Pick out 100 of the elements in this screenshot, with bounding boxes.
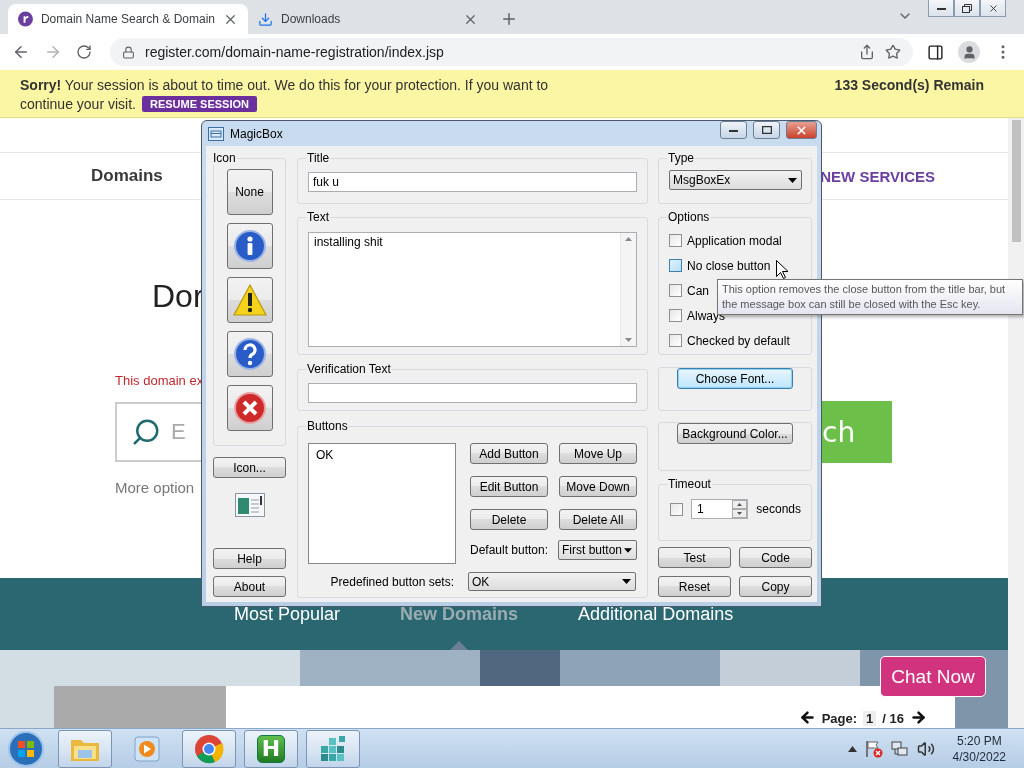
nav-link[interactable]: Domains <box>91 166 163 186</box>
title-field[interactable]: fuk u <box>308 172 637 192</box>
cubes-icon <box>318 733 348 764</box>
minimize-button[interactable] <box>720 121 747 139</box>
page-total: / 16 <box>882 711 904 726</box>
site-logo-icon <box>18 11 33 27</box>
reload-icon[interactable] <box>76 44 92 60</box>
session-message: Sorry! Your session is about to time out. We do this for your protection. If you want to continue your visit. RESUME SESSION <box>20 76 550 114</box>
profile-icon[interactable] <box>958 41 980 63</box>
scrollbar[interactable] <box>620 233 636 346</box>
tab-title: Downloads <box>281 12 342 26</box>
maximize-button[interactable] <box>753 121 780 139</box>
new-tab-icon[interactable] <box>500 10 518 28</box>
show-hidden-icons-icon[interactable] <box>847 745 857 752</box>
checkbox[interactable] <box>669 234 682 247</box>
window-icon <box>208 126 224 141</box>
icon-file-button[interactable]: Icon... <box>213 457 286 478</box>
document-icon <box>234 493 265 517</box>
start-button[interactable] <box>6 729 46 768</box>
checkbox[interactable] <box>669 309 682 322</box>
page-heading: Dor <box>152 277 204 316</box>
background-color-button[interactable]: Background Color... <box>677 423 793 444</box>
group-label: Buttons <box>306 419 349 433</box>
scroll-down-icon[interactable] <box>625 338 632 342</box>
spin-arrows-icon[interactable] <box>732 500 748 518</box>
checkbox[interactable] <box>669 334 682 347</box>
choose-font-button[interactable]: Choose Font... <box>677 368 793 389</box>
default-button-select[interactable]: First button <box>558 540 637 560</box>
caret-icon <box>788 177 797 183</box>
checkbox[interactable] <box>669 284 682 297</box>
address-bar[interactable]: register.com/domain-name-registration/index.jsp <box>110 38 913 66</box>
group-label: Title <box>306 151 331 165</box>
group-label: Timeout <box>667 477 712 491</box>
minimize-button[interactable] <box>928 0 954 17</box>
unit-label: seconds <box>756 502 801 516</box>
tab-title: Domain Name Search & Domain <box>40 12 215 26</box>
clock[interactable]: 5:20 PM 4/30/2022 <box>952 732 1006 765</box>
volume-icon[interactable] <box>916 739 935 758</box>
chat-now-button[interactable]: Chat Now <box>880 656 986 697</box>
icon-option-button[interactable] <box>226 277 273 323</box>
action-button[interactable]: Add Button <box>470 443 548 464</box>
text-field[interactable]: installing shit <box>308 232 637 347</box>
group-label: Verification Text <box>306 362 392 376</box>
flag-icon[interactable] <box>864 739 883 758</box>
action-button[interactable]: Move Down <box>559 476 637 497</box>
checkbox[interactable] <box>669 259 682 272</box>
info-icon <box>232 229 267 263</box>
more-options-link[interactable]: More option <box>115 479 195 496</box>
lock-icon <box>122 45 135 59</box>
list-item[interactable]: OK <box>316 448 334 462</box>
browser-tab[interactable]: Domain Name Search & Domain <box>8 4 248 34</box>
checkbox[interactable] <box>670 502 683 516</box>
button-set-select[interactable]: OK <box>468 572 636 591</box>
footer-button[interactable]: Code <box>739 547 812 568</box>
question-icon <box>232 337 267 371</box>
action-button[interactable]: Move Up <box>559 443 637 464</box>
checkbox-label: No close button <box>687 258 771 273</box>
app-icon: H <box>257 734 285 763</box>
icon-option-button[interactable]: None <box>226 169 273 215</box>
help-button[interactable]: Help <box>213 548 286 569</box>
page-number[interactable]: 1 <box>863 711 877 726</box>
mouse-pointer-icon <box>776 260 788 279</box>
checkbox-label: Can <box>687 283 709 298</box>
previous-page-icon[interactable] <box>798 709 816 726</box>
scrollbar[interactable] <box>1008 118 1024 728</box>
timeout-spin-field[interactable]: 1 <box>691 499 749 519</box>
taskbar-button[interactable] <box>306 729 360 768</box>
footer-button[interactable]: Test <box>658 547 731 568</box>
group-label: Type <box>667 151 695 165</box>
scroll-up-icon[interactable] <box>625 237 632 241</box>
close-icon <box>987 2 999 14</box>
action-button[interactable]: Edit Button <box>470 476 548 497</box>
action-button[interactable]: Delete <box>470 509 548 530</box>
field-label: Predefined button sets: <box>330 574 454 589</box>
minimize-icon <box>729 128 738 132</box>
verification-field[interactable] <box>308 383 637 403</box>
restore-icon <box>962 3 972 13</box>
icon-option-button[interactable] <box>226 223 273 269</box>
type-select[interactable]: MsgBoxEx <box>669 170 802 190</box>
footer-button[interactable]: Copy <box>739 576 812 597</box>
back-icon[interactable] <box>12 43 30 61</box>
action-button[interactable]: Delete All <box>559 509 637 530</box>
icon-option-button[interactable] <box>226 331 273 377</box>
close-icon <box>795 123 808 137</box>
network-icon[interactable] <box>890 739 909 758</box>
footer-button[interactable]: Reset <box>658 576 731 597</box>
taskbar-button[interactable] <box>58 729 112 768</box>
restore-button[interactable] <box>954 0 980 17</box>
taskbar-button[interactable] <box>182 729 236 768</box>
about-button[interactable]: About <box>213 576 286 597</box>
browser-tab[interactable]: Downloads <box>248 4 488 34</box>
close-button[interactable] <box>786 121 817 139</box>
checkbox-label: Application modal <box>687 233 782 248</box>
next-page-icon[interactable] <box>910 709 927 726</box>
side-panel-icon[interactable] <box>927 43 944 61</box>
button-list[interactable]: OK <box>308 443 456 564</box>
caret-icon <box>622 579 631 584</box>
resume-session-button[interactable]: RESUME SESSION <box>141 96 257 112</box>
share-icon[interactable] <box>859 44 875 60</box>
star-icon[interactable] <box>885 44 901 60</box>
